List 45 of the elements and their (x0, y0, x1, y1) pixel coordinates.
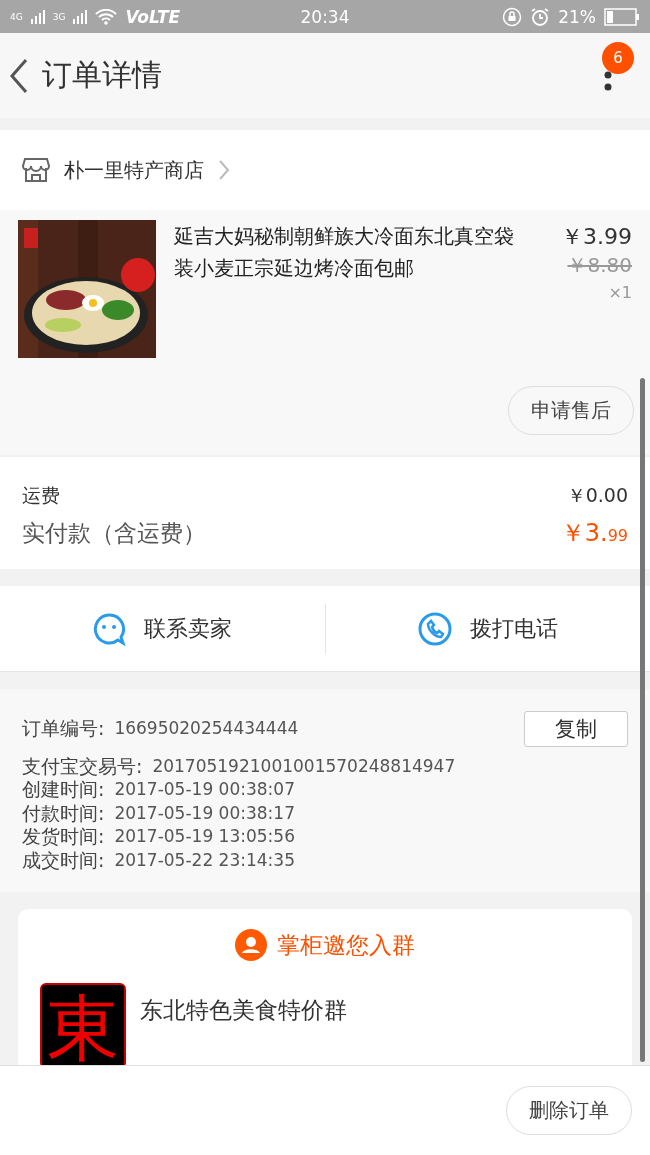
fee-amount: ￥0.00 (566, 483, 628, 508)
info-label: 成交时间: (22, 848, 105, 872)
info-label: 付款时间: (22, 801, 105, 825)
delete-order-button[interactable]: 删除订单 (506, 1086, 632, 1135)
phone-icon (417, 611, 452, 646)
alarm-icon (530, 6, 551, 27)
info-label: 订单编号: (22, 717, 105, 741)
copy-button[interactable]: 复制 (524, 711, 628, 747)
notification-badge: 6 (602, 42, 634, 74)
fee-label: 实付款（含运费） (22, 519, 206, 548)
group-name[interactable]: 东北特色美食特价群 (140, 995, 347, 1069)
info-value: 2017-05-19 00:38:07 (114, 778, 295, 801)
product-price: ￥3.99 (561, 223, 632, 251)
info-value: 2017-05-19 00:38:17 (114, 801, 295, 825)
volte-label: VoLTE (125, 6, 181, 27)
info-label: 发货时间: (22, 825, 105, 849)
battery-percent: 21% (558, 6, 596, 27)
original-price: ￥8.80 (567, 252, 632, 279)
back-icon[interactable] (8, 57, 30, 94)
more-icon[interactable] (604, 71, 612, 91)
after-sale-button[interactable]: 申请售后 (508, 386, 634, 435)
group-icon (235, 929, 267, 961)
info-value: 16695020254434444 (114, 717, 299, 740)
total-amount: ￥3.99 (560, 518, 628, 549)
wifi-icon (95, 8, 118, 25)
info-value: 2017051921001001570248814947 (152, 754, 456, 778)
info-value: 2017-05-22 23:14:35 (114, 848, 295, 872)
battery-icon (604, 7, 640, 26)
product-title[interactable]: 延吉大妈秘制朝鲜族大冷面东北真空袋装小麦正宗延边烤冷面包邮 (174, 220, 526, 358)
shop-icon (22, 157, 50, 183)
network-label: 4G (10, 11, 23, 22)
network-label: 3G (52, 11, 66, 22)
signal-icon (30, 9, 45, 24)
rotation-lock-icon (502, 6, 523, 27)
page-title: 订单详情 (42, 56, 162, 94)
shop-name[interactable]: 朴一里特产商店 (64, 156, 204, 184)
fee-label: 运费 (22, 483, 60, 508)
signal-icon (73, 9, 88, 24)
info-value: 2017-05-19 13:05:56 (114, 825, 295, 848)
group-heading: 掌柜邀您入群 (277, 930, 415, 960)
info-label: 创建时间: (22, 778, 105, 802)
quantity-label: ×1 (608, 283, 632, 302)
clock-time: 20:34 (300, 6, 350, 27)
chat-icon (92, 611, 127, 646)
info-label: 支付宝交易号: (22, 754, 143, 778)
